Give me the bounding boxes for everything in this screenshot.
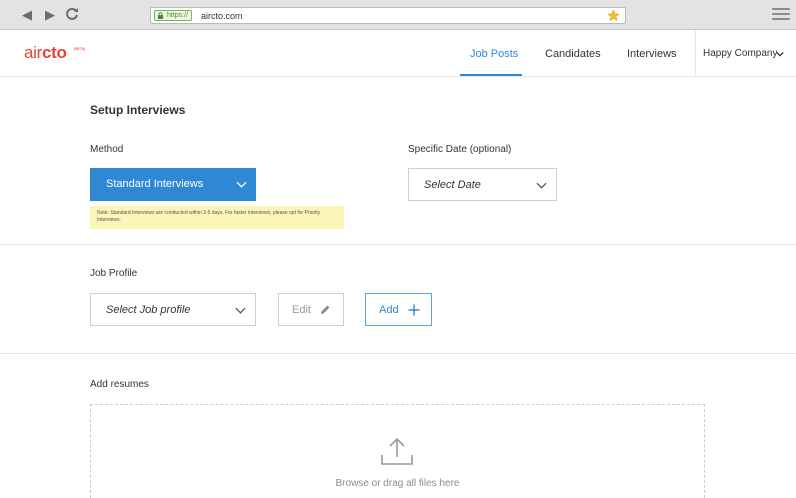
dropzone-text: Browse or drag all files here — [335, 478, 460, 489]
reload-icon[interactable] — [64, 6, 80, 22]
method-value: Standard Interviews — [106, 178, 204, 190]
https-label: https:// — [167, 12, 189, 19]
nav-interviews[interactable]: Interviews — [627, 48, 677, 60]
method-label: Method — [90, 144, 124, 155]
back-icon[interactable]: ◀ — [19, 7, 35, 23]
add-button[interactable]: Add — [365, 293, 432, 326]
resumes-label: Add resumes — [90, 379, 149, 390]
job-profile-label: Job Profile — [90, 268, 138, 279]
company-menu[interactable]: Happy Company — [703, 48, 777, 59]
job-profile-select[interactable]: Select Job profile — [90, 293, 256, 326]
browser-menu-icon[interactable] — [772, 8, 790, 22]
logo-text-bold: cto — [42, 43, 67, 62]
https-badge: https:// — [154, 10, 193, 21]
nav-candidates[interactable]: Candidates — [545, 48, 601, 60]
active-nav-indicator — [460, 74, 522, 76]
section-divider — [0, 244, 796, 245]
date-label: Specific Date (optional) — [408, 144, 512, 155]
upload-icon — [381, 437, 413, 465]
resume-dropzone[interactable]: Browse or drag all files here — [90, 404, 705, 498]
chevron-down-icon — [236, 181, 247, 188]
logo-text-light: air — [24, 43, 42, 62]
date-select[interactable]: Select Date — [408, 168, 557, 201]
bookmark-star-icon[interactable] — [607, 9, 620, 22]
section-divider — [0, 353, 796, 354]
aircto-logo[interactable]: aircto (BETA) — [24, 43, 85, 63]
method-note: Note: Standard Interviews are conducted … — [90, 206, 344, 229]
plus-icon — [408, 304, 420, 316]
lock-icon — [157, 12, 164, 19]
pencil-icon — [321, 305, 330, 314]
edit-button[interactable]: Edit — [278, 293, 344, 326]
chevron-down-icon — [536, 182, 547, 189]
header-divider — [695, 30, 696, 77]
edit-label: Edit — [292, 304, 311, 316]
date-placeholder: Select Date — [424, 179, 481, 191]
app-header: aircto (BETA) Job Posts Candidates Inter… — [0, 30, 796, 77]
address-bar[interactable]: https:// aircto.com — [150, 7, 626, 24]
job-profile-placeholder: Select Job profile — [106, 304, 191, 316]
browser-chrome: ◀ ▶ https:// aircto.com — [0, 0, 796, 30]
forward-icon[interactable]: ▶ — [42, 7, 58, 23]
chevron-down-icon — [235, 307, 246, 314]
add-label: Add — [379, 304, 399, 316]
page-title: Setup Interviews — [90, 103, 186, 117]
chevron-down-icon[interactable] — [776, 51, 784, 57]
nav-job-posts[interactable]: Job Posts — [470, 48, 518, 60]
method-select[interactable]: Standard Interviews — [90, 168, 256, 201]
beta-badge: (BETA) — [74, 46, 86, 51]
url-text: aircto.com — [201, 11, 243, 21]
